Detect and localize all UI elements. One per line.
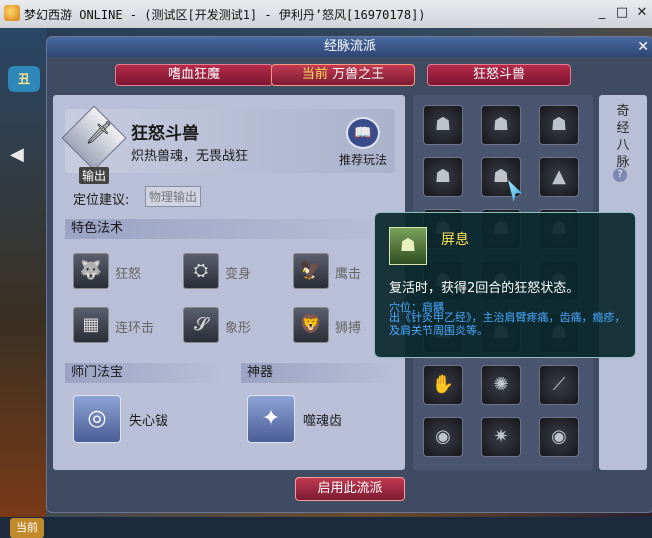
skill-eagle-icon[interactable]: 🦅 (293, 253, 329, 289)
tooltip-skill-name: 屏息 (441, 232, 469, 248)
help-icon[interactable]: ? (613, 168, 627, 182)
close-window-button[interactable]: ✕ (632, 4, 652, 22)
skill-rage-label: 狂怒 (115, 267, 142, 282)
skill-elephant-icon[interactable]: 𝓢 (183, 307, 219, 343)
tab-school-2-label: 万兽之王 (332, 67, 385, 82)
skill-rage-icon[interactable]: 🐺 (73, 253, 109, 289)
window-title: 梦幻西游 ONLINE - (测试区[开发测试1] - 伊利丹’怒风[16970… (24, 8, 426, 22)
skill-lion-icon[interactable]: 🦁 (293, 307, 329, 343)
meridian-demon-icon[interactable]: ☗ (539, 105, 579, 145)
skill-tooltip: ☗ 屏息 复活时，获得2回合的狂怒状态。 穴位：肩髃 出《针灸甲乙经》，主治肩臂… (374, 212, 636, 358)
meridian-vortex-icon[interactable]: ◉ (539, 417, 579, 457)
meridian-wolf-icon[interactable]: ☗ (423, 105, 463, 145)
tab-school-2[interactable]: 当前 万兽之王 (271, 64, 415, 86)
sword-icon: 🗡 (85, 121, 113, 146)
maximize-button[interactable]: □ (612, 4, 632, 22)
skill-transform-icon[interactable]: ⛭ (183, 253, 219, 289)
tooltip-skill-icon: ☗ (389, 227, 427, 265)
recommend-button[interactable]: 📖 推荐玩法 (333, 117, 393, 168)
book-icon: 📖 (346, 117, 380, 149)
hud-current-badge[interactable]: 当前 (10, 518, 44, 538)
skill-chain-icon[interactable]: ▦ (73, 307, 109, 343)
school-name: 狂怒斗兽 (131, 124, 199, 144)
tooltip-skill-desc: 复活时，获得2回合的狂怒状态。 (389, 281, 580, 296)
school-header: 🗡 输出 狂怒斗兽 炽热兽魂，无畏战狂 📖 推荐玩法 (61, 105, 395, 184)
meridian-swirl-icon[interactable]: ◉ (423, 417, 463, 457)
hud-badge[interactable]: 丑 (8, 66, 40, 92)
meridian-flame-icon[interactable]: ✺ (481, 365, 521, 405)
school-desc: 炽热兽魂，无畏战狂 (131, 149, 249, 164)
apply-school-button[interactable]: 启用此流派 (295, 477, 405, 501)
positioning-label: 定位建议: (73, 193, 130, 208)
game-left-hud: 丑 ◀ 当前 (0, 28, 46, 538)
skill-eagle-label: 鹰击 (335, 267, 362, 282)
dialog-title: 经脉流派 (47, 37, 652, 57)
window-titlebar: 梦幻西游 ONLINE - (测试区[开发测试1] - 伊利丹’怒风[16970… (0, 0, 652, 29)
skill-lion-label: 狮搏 (335, 321, 362, 336)
dialog-close-icon[interactable]: ✕ (637, 38, 649, 56)
positioning-tag: 物理输出 (145, 186, 202, 207)
recommend-label: 推荐玩法 (338, 153, 387, 167)
app-icon (4, 5, 20, 21)
meridian-slash-icon[interactable]: ⟋ (539, 365, 579, 405)
meridian-arrow-icon[interactable]: ▲ (539, 157, 579, 197)
skill-chain-label: 连环击 (115, 321, 155, 336)
minimize-button[interactable]: _ (592, 4, 612, 22)
cymbal-icon[interactable]: ◎ (73, 395, 121, 443)
fang-icon[interactable]: ✦ (247, 395, 295, 443)
skill-elephant-label: 象形 (225, 321, 252, 336)
hud-left-arrow-icon[interactable]: ◀ (10, 144, 24, 165)
meridian-burst-icon[interactable]: ✷ (481, 417, 521, 457)
treasure-label: 失心钹 (129, 414, 169, 429)
meridian-beast-icon[interactable]: ☗ (481, 105, 521, 145)
role-label: 输出 (79, 167, 110, 184)
current-marker: 当前 (301, 67, 328, 82)
school-detail-panel: 🗡 输出 狂怒斗兽 炽热兽魂，无畏战狂 📖 推荐玩法 定位建议: 物理输出 特色… (53, 95, 405, 470)
artifact-header: 神器 (241, 363, 395, 383)
tooltip-acupoint-detail: 出《针灸甲乙经》，主治肩臂疼痛，齿痛，瘾疹，及肩关节周围炎等。 (389, 311, 626, 337)
tab-school-3[interactable]: 狂怒斗兽 (427, 64, 571, 86)
special-skills-header: 特色法术 (65, 219, 395, 239)
skill-transform-label: 变身 (225, 267, 252, 282)
treasure-header: 师门法宝 (65, 363, 221, 383)
meridian-roar-icon[interactable]: ☗ (423, 157, 463, 197)
qijing-label: 奇经八脉 (616, 104, 630, 170)
tab-school-1[interactable]: 嗜血狂魔 (115, 64, 273, 86)
artifact-label: 噬魂齿 (303, 414, 343, 429)
meridian-claw-icon[interactable]: ✋ (423, 365, 463, 405)
